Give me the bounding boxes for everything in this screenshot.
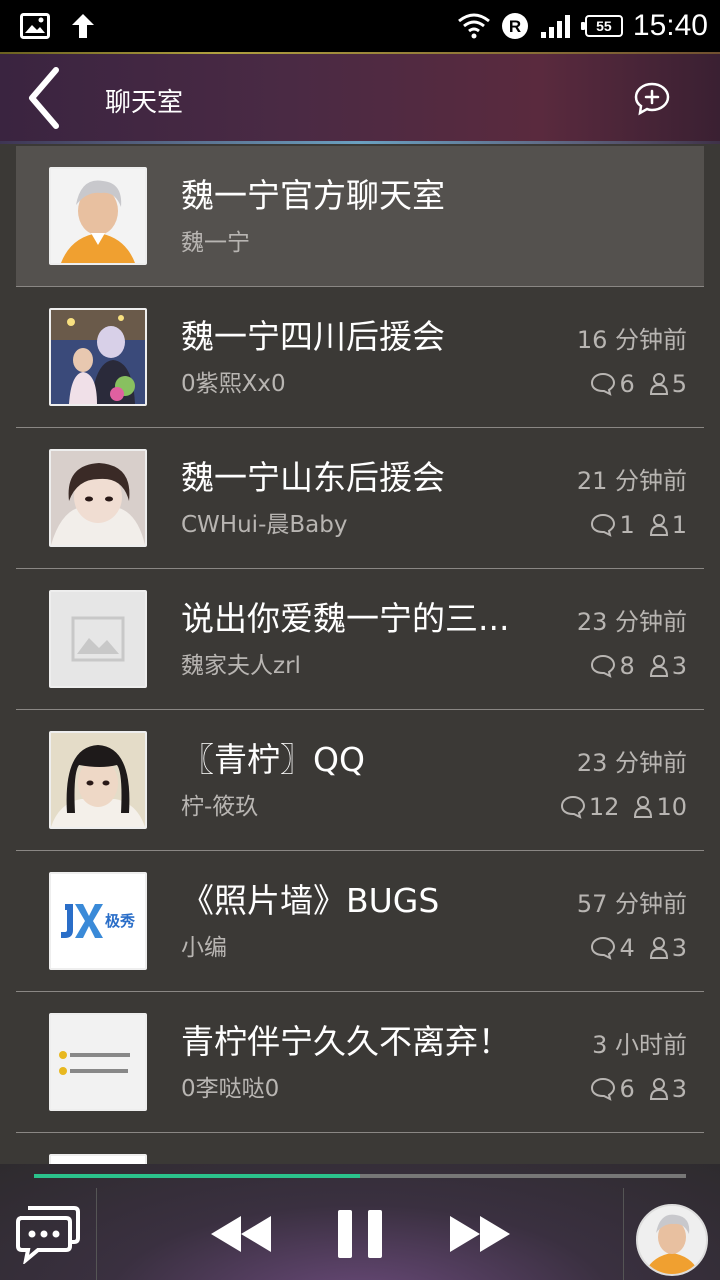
pause-icon (338, 1210, 382, 1258)
room-avatar (49, 1154, 147, 1164)
battery-icon: 55 (580, 15, 623, 37)
signal-icon (539, 13, 575, 39)
comment-count: 1 (619, 511, 635, 539)
room-time: 16 分钟前 (576, 326, 687, 354)
room-title: 说出你爱魏一宁的三... (181, 599, 510, 638)
jixiu-logo: 极秀 (51, 874, 145, 968)
chat-room-item[interactable]: 青柠伴宁久久不离弃！ 0李哒哒0 3 小时前 6 3 (16, 992, 704, 1133)
new-chat-button[interactable] (628, 78, 676, 120)
room-avatar (49, 449, 147, 547)
room-title: 青柠伴宁久久不离弃！ (181, 1022, 511, 1061)
roaming-r-icon: R (501, 12, 529, 40)
room-title: 魏一宁四川后援会 (181, 317, 445, 356)
member-count: 1 (671, 511, 687, 539)
chat-icon (16, 1206, 80, 1266)
room-owner: CWHui-晨Baby (181, 512, 348, 538)
member-count: 10 (656, 793, 687, 821)
comment-count: 12 (588, 793, 620, 821)
room-stats: 8 3 (590, 651, 687, 681)
room-avatar (49, 308, 147, 406)
image-icon (20, 13, 50, 39)
comment-count: 8 (619, 652, 635, 680)
comment-count: 6 (619, 370, 635, 398)
room-time: 3 小时前 (592, 1031, 687, 1059)
room-time: 23 分钟前 (576, 749, 687, 777)
room-avatar (49, 731, 147, 829)
room-time: 57 分钟前 (576, 890, 687, 918)
status-bar: R 55 15:40 (0, 0, 720, 52)
wifi-icon (457, 13, 491, 39)
member-count: 3 (671, 1075, 687, 1103)
room-title: 魏一宁山东后援会 (181, 458, 445, 497)
header-bar: 聊天室 (0, 52, 720, 144)
divider (623, 1188, 624, 1280)
person-icon (649, 514, 668, 536)
chat-button[interactable] (14, 1202, 82, 1266)
placeholder-image-icon (51, 592, 145, 686)
comment-icon (591, 1077, 616, 1101)
comment-icon (591, 936, 616, 960)
back-button[interactable] (22, 66, 66, 130)
person-icon (649, 655, 668, 677)
chat-room-item[interactable]: 魏一宁官方聊天室 魏一宁 (16, 146, 704, 287)
chevron-left-icon (29, 67, 59, 129)
room-owner: 柠-筱玖 (181, 794, 259, 820)
comment-icon (560, 795, 585, 819)
room-time: 23 分钟前 (576, 608, 687, 636)
status-time: 15:40 (632, 9, 708, 42)
progress-bar[interactable] (34, 1174, 686, 1178)
room-avatar (49, 590, 147, 688)
person-icon (649, 937, 668, 959)
previous-icon (211, 1216, 271, 1252)
upload-arrow-icon (70, 12, 96, 40)
room-time: 21 分钟前 (576, 467, 687, 495)
pause-button[interactable] (332, 1208, 388, 1260)
chat-room-item[interactable]: 极秀 《照片墙》BUGS 小编 57 分钟前 4 3 (16, 851, 704, 992)
now-playing-avatar[interactable] (636, 1204, 708, 1276)
room-owner: 0紫熙Xx0 (181, 371, 286, 397)
next-icon (450, 1216, 510, 1252)
room-stats: 6 5 (590, 369, 687, 399)
comment-count: 6 (619, 1075, 635, 1103)
chat-room-item[interactable]: 〖青柠〗QQ 柠-筱玖 23 分钟前 12 10 (16, 710, 704, 851)
person-icon (649, 373, 668, 395)
logo-text: 极秀 (105, 912, 136, 930)
chat-bubble-plus-icon (634, 82, 670, 116)
divider (96, 1188, 97, 1280)
person-icon (649, 1078, 668, 1100)
room-avatar (49, 167, 147, 265)
room-stats: 12 10 (560, 792, 687, 822)
chat-room-item[interactable] (16, 1133, 704, 1164)
comment-icon (591, 654, 616, 678)
chat-room-item[interactable]: 说出你爱魏一宁的三... 魏家夫人zrl 23 分钟前 8 3 (16, 569, 704, 710)
room-title: 〖青柠〗QQ (181, 740, 365, 779)
member-count: 3 (671, 934, 687, 962)
room-owner: 魏一宁 (181, 230, 250, 256)
room-stats: 1 1 (590, 510, 687, 540)
person-icon (634, 796, 653, 818)
member-count: 3 (671, 652, 687, 680)
comment-icon (591, 513, 616, 537)
progress-fill (34, 1174, 360, 1178)
music-player-bar (0, 1164, 720, 1280)
previous-button[interactable] (205, 1210, 277, 1258)
chat-room-list[interactable]: 魏一宁官方聊天室 魏一宁 魏一宁四川后援会 0紫熙Xx0 16 分钟前 6 5 … (16, 146, 704, 1164)
room-stats: 6 3 (590, 1074, 687, 1104)
svg-text:R: R (509, 17, 521, 36)
comment-count: 4 (619, 934, 635, 962)
room-owner: 魏家夫人zrl (181, 653, 301, 679)
room-stats: 4 3 (590, 933, 687, 963)
room-title: 魏一宁官方聊天室 (181, 176, 445, 215)
chat-room-item[interactable]: 魏一宁山东后援会 CWHui-晨Baby 21 分钟前 1 1 (16, 428, 704, 569)
room-avatar: 极秀 (49, 872, 147, 970)
room-owner: 小编 (181, 935, 227, 961)
room-owner: 0李哒哒0 (181, 1076, 280, 1102)
room-avatar (49, 1013, 147, 1111)
room-title: 《照片墙》BUGS (181, 881, 440, 920)
next-button[interactable] (444, 1210, 516, 1258)
chat-room-item[interactable]: 魏一宁四川后援会 0紫熙Xx0 16 分钟前 6 5 (16, 287, 704, 428)
page-title: 聊天室 (105, 88, 184, 118)
comment-icon (591, 372, 616, 396)
member-count: 5 (671, 370, 687, 398)
